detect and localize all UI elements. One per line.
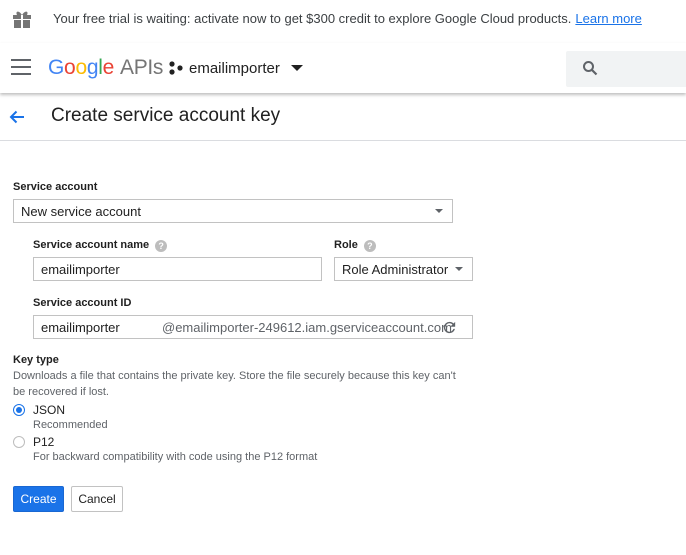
json-radio[interactable] bbox=[13, 404, 25, 416]
create-button[interactable]: Create bbox=[13, 486, 64, 512]
google-logo-letter: e bbox=[102, 56, 115, 79]
service-account-name-input[interactable]: emailimporter bbox=[33, 257, 322, 281]
json-option-label[interactable]: JSON bbox=[33, 403, 65, 417]
service-account-id-label: Service account ID bbox=[33, 297, 132, 309]
google-logo-letter: g bbox=[86, 56, 99, 79]
google-logo-letter: o bbox=[64, 56, 76, 79]
service-account-name-label-text: Service account name bbox=[33, 239, 150, 251]
chevron-down-icon bbox=[435, 209, 443, 213]
cancel-button[interactable]: Cancel bbox=[71, 486, 123, 512]
project-name: emailimporter bbox=[189, 59, 280, 77]
p12-option-subtitle: For backward compatibility with code usi… bbox=[33, 451, 318, 463]
search-box[interactable] bbox=[566, 51, 686, 87]
p12-radio[interactable] bbox=[13, 436, 25, 448]
service-account-label: Service account bbox=[13, 181, 98, 193]
service-account-id-input[interactable]: emailimporter @emailimporter-249612.iam.… bbox=[33, 315, 473, 339]
trial-banner: Your free trial is waiting: activate now… bbox=[0, 0, 686, 40]
search-icon bbox=[583, 61, 598, 76]
trial-message: Your free trial is waiting: activate now… bbox=[53, 11, 642, 26]
google-apis-logo[interactable]: Google APIs bbox=[48, 56, 163, 80]
header-divider bbox=[0, 140, 686, 141]
key-type-label: Key type bbox=[13, 354, 59, 366]
role-value: Role Administrator bbox=[342, 261, 449, 277]
help-icon[interactable]: ? bbox=[155, 240, 168, 252]
refresh-icon[interactable] bbox=[441, 319, 458, 336]
gift-icon bbox=[13, 11, 31, 28]
json-option-subtitle: Recommended bbox=[33, 419, 108, 431]
service-account-id-suffix: @emailimporter-249612.iam.gserviceaccoun… bbox=[162, 320, 452, 335]
service-account-name-value: emailimporter bbox=[41, 261, 120, 277]
apis-logo-text: APIs bbox=[119, 56, 164, 79]
service-account-id-value: emailimporter bbox=[41, 320, 120, 335]
help-icon[interactable]: ? bbox=[363, 240, 376, 252]
page-title: Create service account key bbox=[51, 105, 281, 126]
google-logo-text: Google bbox=[48, 56, 114, 79]
google-logo-letter: G bbox=[48, 56, 65, 79]
learn-more-link[interactable]: Learn more bbox=[575, 11, 641, 26]
service-account-name-label: Service account name? bbox=[33, 239, 168, 252]
chevron-down-icon bbox=[455, 267, 463, 271]
service-account-select[interactable]: New service account bbox=[13, 199, 453, 223]
arrow-back-icon[interactable] bbox=[7, 107, 27, 127]
project-selector[interactable]: emailimporter bbox=[168, 54, 303, 82]
project-dots-icon bbox=[169, 61, 183, 75]
key-type-description: Downloads a file that contains the priva… bbox=[13, 370, 456, 398]
role-label-text: Role bbox=[334, 239, 358, 251]
top-app-bar: Google APIs emailimporter bbox=[0, 43, 686, 93]
caret-down-icon bbox=[290, 65, 303, 71]
role-label: Role? bbox=[334, 239, 376, 252]
trial-text: Your free trial is waiting: activate now… bbox=[53, 11, 572, 26]
role-select[interactable]: Role Administrator bbox=[334, 257, 473, 281]
google-logo-letter: o bbox=[75, 56, 87, 79]
hamburger-menu-icon[interactable] bbox=[11, 59, 31, 75]
p12-option-label[interactable]: P12 bbox=[33, 435, 54, 449]
service-account-value: New service account bbox=[21, 203, 141, 219]
